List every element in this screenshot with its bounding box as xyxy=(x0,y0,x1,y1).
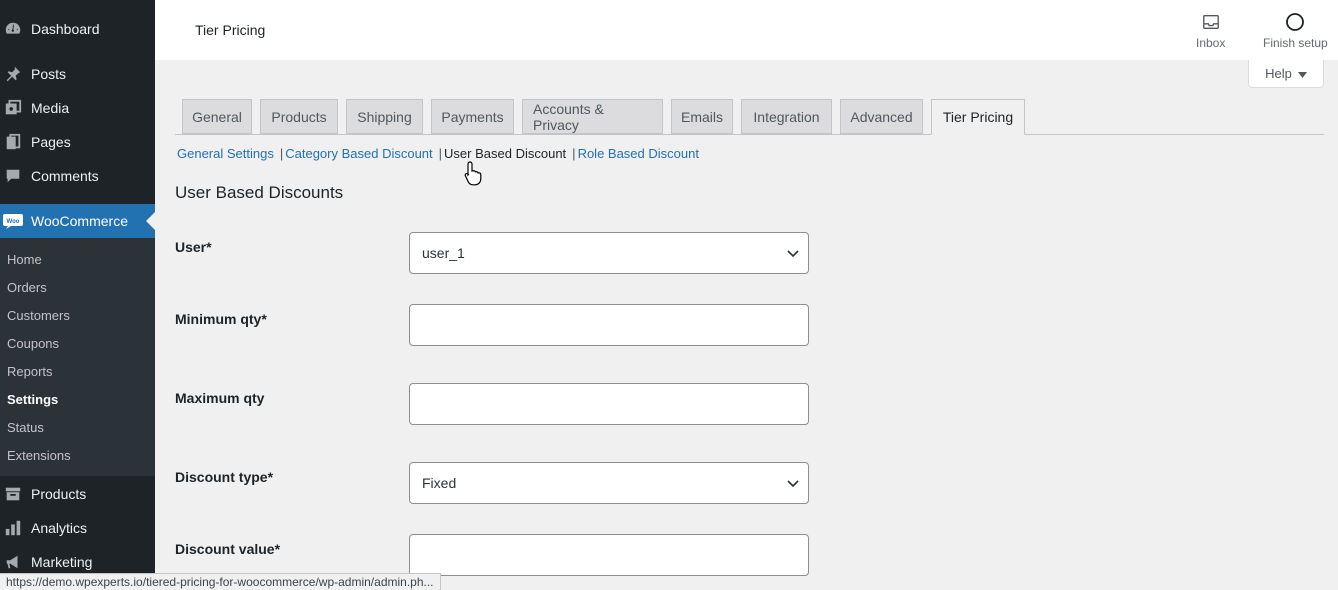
inbox-icon xyxy=(1202,12,1220,32)
admin-sidebar: Dashboard Posts Media Pages Comments Woo… xyxy=(0,0,155,590)
help-label: Help xyxy=(1265,66,1292,81)
tab-general[interactable]: General xyxy=(182,99,252,134)
pages-icon xyxy=(3,132,23,152)
minimum-qty-label: Minimum qty* xyxy=(175,311,267,327)
chevron-down-icon xyxy=(786,246,800,263)
subnav-separator: | xyxy=(279,146,284,161)
menu-marketing-label: Marketing xyxy=(31,554,93,570)
menu-woocommerce-label: WooCommerce xyxy=(31,213,128,229)
menu-analytics[interactable]: Analytics xyxy=(0,511,155,545)
hand-pointer-icon xyxy=(464,160,484,191)
submenu-orders[interactable]: Orders xyxy=(7,280,47,295)
woo-badge-text: Woo xyxy=(7,219,20,225)
subnav-general-settings[interactable]: General Settings xyxy=(177,146,274,161)
menu-comments[interactable]: Comments xyxy=(0,159,155,193)
minimum-qty-input[interactable] xyxy=(409,304,809,346)
subnav-separator: | xyxy=(438,146,443,161)
submenu-coupons[interactable]: Coupons xyxy=(7,336,59,351)
discount-value-input[interactable] xyxy=(409,534,809,576)
discount-value-label: Discount value* xyxy=(175,541,281,557)
top-header: Tier Pricing Inbox Finish setup xyxy=(155,0,1338,60)
menu-dashboard[interactable]: Dashboard xyxy=(0,12,155,46)
subnav-category-discount[interactable]: Category Based Discount xyxy=(285,146,432,161)
menu-pages[interactable]: Pages xyxy=(0,125,155,159)
progress-circle-icon xyxy=(1285,12,1305,32)
menu-products-label: Products xyxy=(31,486,87,502)
woo-icon: Woo xyxy=(3,211,23,231)
tab-advanced[interactable]: Advanced xyxy=(840,99,923,134)
menu-posts-label: Posts xyxy=(31,66,67,82)
submenu-settings[interactable]: Settings xyxy=(7,392,58,407)
tab-tier-pricing[interactable]: Tier Pricing xyxy=(931,99,1025,135)
menu-media-label: Media xyxy=(31,100,70,116)
comment-icon xyxy=(3,166,23,186)
subnav-separator: | xyxy=(572,146,576,161)
page-title: Tier Pricing xyxy=(195,22,266,38)
maximum-qty-input[interactable] xyxy=(409,383,809,425)
chevron-down-icon xyxy=(786,476,800,493)
section-title: User Based Discounts xyxy=(175,183,344,202)
menu-media[interactable]: Media xyxy=(0,91,155,125)
megaphone-icon xyxy=(3,552,23,572)
pin-icon xyxy=(3,64,23,84)
dashboard-icon xyxy=(3,19,23,39)
inbox-label: Inbox xyxy=(1196,36,1226,50)
submenu-home[interactable]: Home xyxy=(7,252,42,267)
menu-posts[interactable]: Posts xyxy=(0,57,155,91)
subsection-nav: General Settings | Category Based Discount… xyxy=(177,146,699,161)
discount-type-select[interactable]: Fixed xyxy=(409,462,809,504)
help-button[interactable]: Help xyxy=(1248,60,1324,88)
tabs-baseline xyxy=(175,134,1324,135)
submenu-reports[interactable]: Reports xyxy=(7,364,53,379)
menu-pages-label: Pages xyxy=(31,134,71,150)
finish-setup-label: Finish setup xyxy=(1263,36,1328,50)
woocommerce-submenu: Home Orders Customers Coupons Reports Se… xyxy=(0,238,155,476)
submenu-extensions[interactable]: Extensions xyxy=(7,448,71,463)
subnav-role-discount[interactable]: Role Based Discount xyxy=(578,146,699,161)
tab-products[interactable]: Products xyxy=(260,99,338,134)
tab-accounts-privacy[interactable]: Accounts & Privacy xyxy=(522,99,663,134)
discount-type-value: Fixed xyxy=(422,475,457,491)
user-label: User* xyxy=(175,239,212,255)
archive-icon xyxy=(3,484,23,504)
subnav-user-discount[interactable]: User Based Discount xyxy=(444,146,566,161)
chart-icon xyxy=(3,518,23,538)
inbox-button[interactable]: Inbox xyxy=(1196,12,1225,50)
browser-status-url: https://demo.wpexperts.io/tiered-pricing… xyxy=(0,573,441,590)
menu-comments-label: Comments xyxy=(31,168,99,184)
submenu-customers[interactable]: Customers xyxy=(7,308,70,323)
submenu-status[interactable]: Status xyxy=(7,420,44,435)
tab-emails[interactable]: Emails xyxy=(671,99,733,134)
caret-down-icon xyxy=(1297,66,1307,81)
media-icon xyxy=(3,98,23,118)
menu-analytics-label: Analytics xyxy=(31,520,88,536)
menu-woocommerce[interactable]: Woo WooCommerce xyxy=(0,204,155,238)
user-select-value: user_1 xyxy=(422,245,465,261)
tab-payments[interactable]: Payments xyxy=(431,99,514,134)
discount-type-label: Discount type* xyxy=(175,469,274,485)
menu-dashboard-label: Dashboard xyxy=(31,21,100,37)
tab-shipping[interactable]: Shipping xyxy=(346,99,423,134)
user-select[interactable]: user_1 xyxy=(409,232,809,274)
menu-products[interactable]: Products xyxy=(0,477,155,511)
tab-integration[interactable]: Integration xyxy=(741,99,832,134)
finish-setup-button[interactable]: Finish setup xyxy=(1263,12,1328,50)
maximum-qty-label: Maximum qty xyxy=(175,390,265,406)
